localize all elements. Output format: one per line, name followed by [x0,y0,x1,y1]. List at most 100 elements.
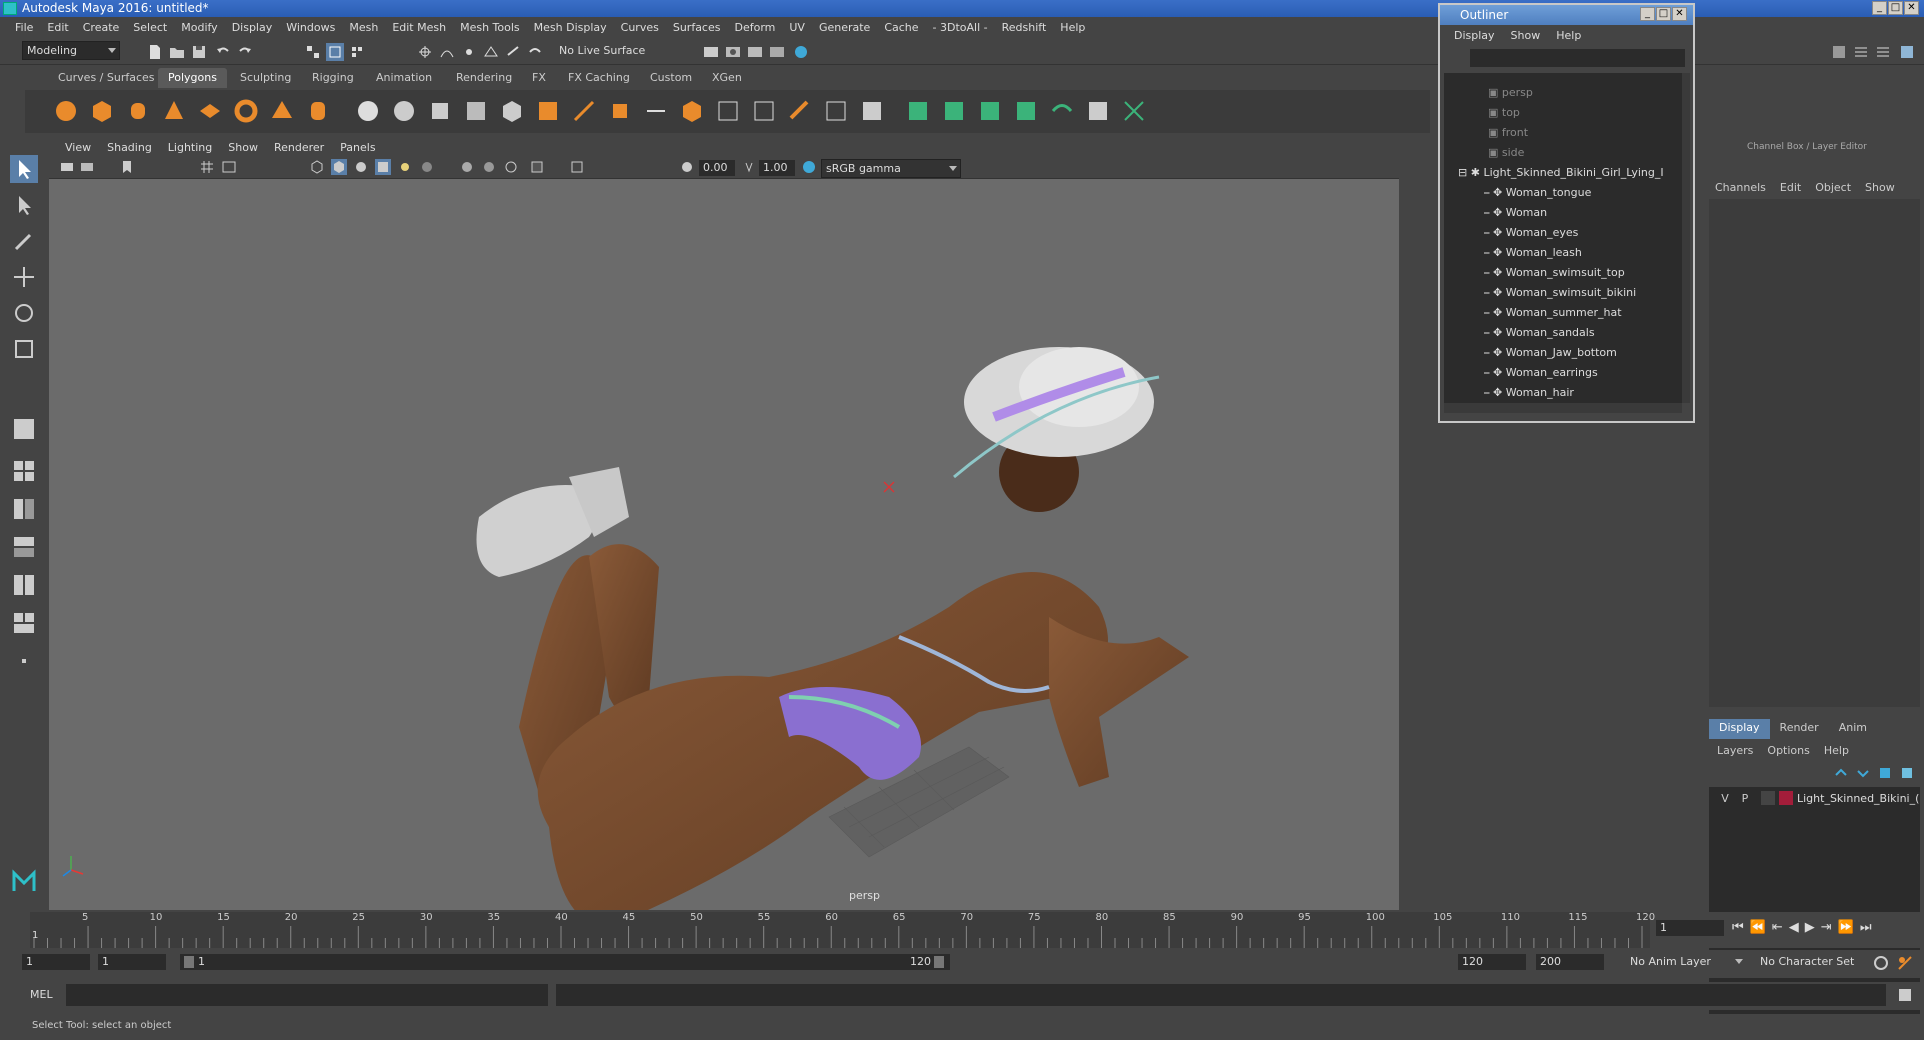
mode-selector[interactable]: Modeling [22,41,120,60]
outliner-item-woman-swimsuit-bikini[interactable]: ⎯ ✥ Woman_swimsuit_bikini [1484,283,1636,303]
poly-pyramid-icon[interactable] [269,98,295,124]
menu-edit-mesh[interactable]: Edit Mesh [385,21,453,34]
snap-curve-icon[interactable] [438,43,456,61]
cb-menu-show[interactable]: Show [1865,181,1895,194]
four-view-layout-icon[interactable] [10,457,38,485]
uv-editor-icon[interactable] [859,98,885,124]
outliner-horizontal-scrollbar[interactable] [1444,403,1682,413]
separate-icon[interactable] [391,98,417,124]
color-management-icon[interactable] [801,159,817,175]
range-slider[interactable]: 1 120 [180,954,950,970]
render-settings-icon[interactable] [768,43,786,61]
step-back-icon[interactable]: ⏪ [1750,920,1766,935]
hypershade-layout-icon[interactable] [10,571,38,599]
shelf-tab-sculpting[interactable]: Sculpting [230,68,301,88]
target-weld-icon[interactable] [715,98,741,124]
minimize-button[interactable]: _ [1872,1,1887,15]
layout-options-icon[interactable] [10,647,38,675]
sculpt-icon[interactable] [823,98,849,124]
menu-file[interactable]: File [8,21,40,34]
vp-menu-panels[interactable]: Panels [332,141,383,154]
insert-edge-loop-icon[interactable] [643,98,669,124]
menu-windows[interactable]: Windows [279,21,342,34]
uv-cylindrical-icon[interactable] [941,98,967,124]
bookmark-icon[interactable] [119,159,135,175]
shelf-options[interactable] [0,90,25,133]
exposure-icon[interactable] [679,159,695,175]
outliner-vertical-scrollbar[interactable] [1682,73,1690,403]
open-scene-icon[interactable] [168,43,186,61]
animation-start-field[interactable]: 1 [22,954,90,970]
motion-blur-icon[interactable] [481,159,497,175]
layer-down-icon[interactable] [1855,765,1871,781]
quad-draw-icon[interactable] [787,98,813,124]
layer-color-swatch[interactable] [1779,791,1793,805]
cb-menu-object[interactable]: Object [1815,181,1851,194]
animation-preferences-icon[interactable] [1896,954,1914,972]
poly-torus-icon[interactable] [233,98,259,124]
snap-point-icon[interactable] [460,43,478,61]
uv-editor-layout-icon[interactable] [10,609,38,637]
redo-icon[interactable] [236,43,254,61]
outliner-camera-side[interactable]: ▣ side [1488,143,1524,163]
perspective-viewport[interactable]: persp [49,137,1399,910]
menu-curves[interactable]: Curves [614,21,666,34]
save-scene-icon[interactable] [190,43,208,61]
poly-sphere-icon[interactable] [53,98,79,124]
ambient-occlusion-icon[interactable] [459,159,475,175]
layer-up-icon[interactable] [1833,765,1849,781]
wireframe-icon[interactable] [309,159,325,175]
outliner-camera-top[interactable]: ▣ top [1488,103,1520,123]
menu-mesh-tools[interactable]: Mesh Tools [453,21,527,34]
shelf-tab-polygons[interactable]: Polygons [158,68,227,88]
outliner-menu-display[interactable]: Display [1446,27,1503,45]
anti-aliasing-icon[interactable] [503,159,519,175]
layer-menu-help[interactable]: Help [1824,744,1849,757]
grid-toggle-icon[interactable] [199,159,215,175]
shelf-tab-rendering[interactable]: Rendering [446,68,522,88]
uv-spherical-icon[interactable] [977,98,1003,124]
shelf-tab-fx-caching[interactable]: FX Caching [558,68,640,88]
render-view-icon[interactable] [702,43,720,61]
step-forward-key-icon[interactable]: ⇥ [1821,920,1832,935]
menu-surfaces[interactable]: Surfaces [666,21,728,34]
make-live-icon[interactable] [526,43,544,61]
append-polygon-icon[interactable] [679,98,705,124]
select-tool-icon[interactable] [10,155,38,183]
menu-mesh[interactable]: Mesh [342,21,385,34]
live-surface-field[interactable]: No Live Surface [555,43,655,59]
lasso-tool-icon[interactable] [10,191,38,219]
scale-tool-icon[interactable] [10,335,38,363]
step-back-key-icon[interactable]: ⇤ [1772,920,1783,935]
wireframe-on-shaded-icon[interactable] [353,159,369,175]
shelf-tab-rigging[interactable]: Rigging [302,68,364,88]
ipr-render-icon[interactable] [746,43,764,61]
select-object-icon[interactable] [326,43,344,61]
layer-playback-toggle[interactable]: P [1737,791,1753,807]
color-space-dropdown[interactable]: sRGB gamma [821,159,961,178]
menu-display[interactable]: Display [225,21,280,34]
menu-redshift[interactable]: Redshift [995,21,1054,34]
menu-edit[interactable]: Edit [40,21,75,34]
poly-cylinder-icon[interactable] [125,98,151,124]
poly-pipe-icon[interactable] [305,98,331,124]
menu-uv[interactable]: UV [782,21,812,34]
layer-menu-layers[interactable]: Layers [1717,744,1753,757]
textured-icon[interactable] [375,159,391,175]
shadows-icon[interactable] [419,159,435,175]
menu-select[interactable]: Select [126,21,174,34]
bevel-icon[interactable] [607,98,633,124]
mel-command-input[interactable] [66,984,548,1006]
menu-create[interactable]: Create [76,21,127,34]
gamma-field[interactable]: 1.00 [759,160,795,176]
tab-render[interactable]: Render [1770,719,1829,739]
outliner-maximize-button[interactable]: □ [1656,7,1671,21]
outliner-item-woman-eyes[interactable]: ⎯ ✥ Woman_eyes [1484,223,1578,243]
shelf-tab-curves-surfaces[interactable]: Curves / Surfaces [48,68,165,88]
vp-menu-renderer[interactable]: Renderer [266,141,332,154]
paint-select-tool-icon[interactable] [10,227,38,255]
combine-icon[interactable] [355,98,381,124]
menu-deform[interactable]: Deform [727,21,782,34]
smooth-icon[interactable] [463,98,489,124]
mirror-icon[interactable] [427,98,453,124]
